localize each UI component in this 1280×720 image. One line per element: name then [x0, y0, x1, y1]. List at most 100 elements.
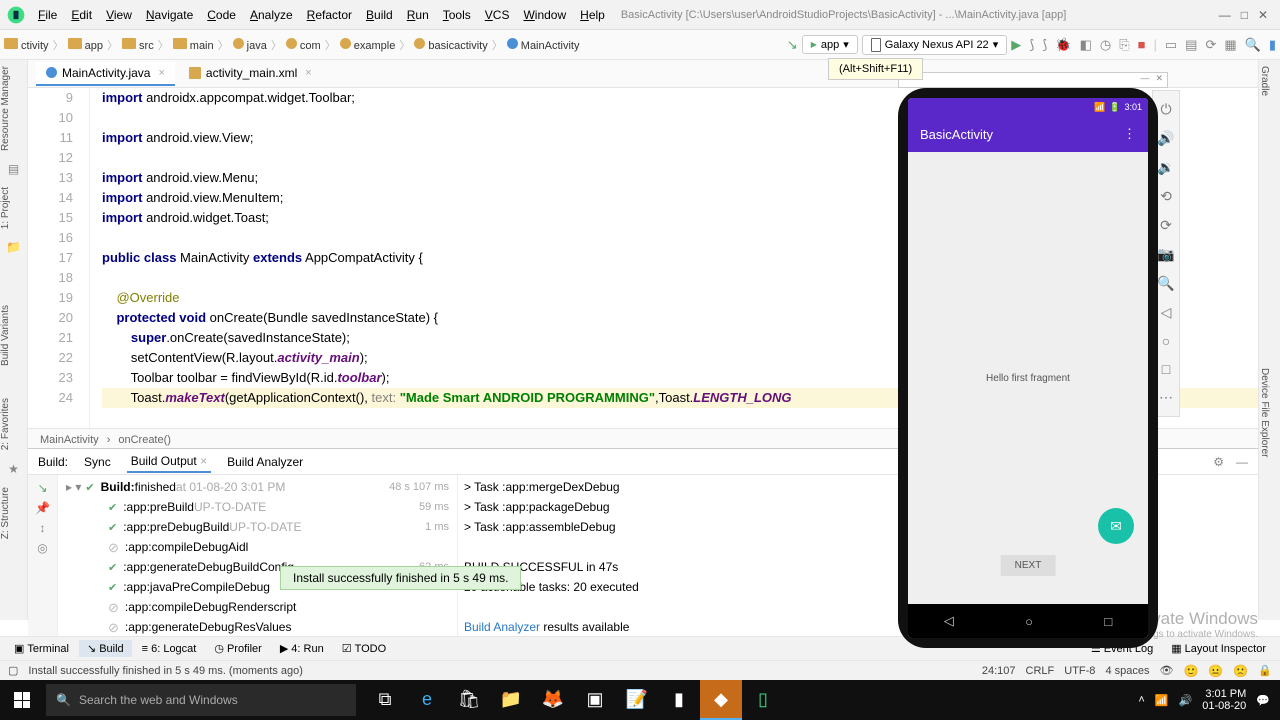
crumb-app[interactable]: app [68, 38, 103, 52]
project-tab[interactable]: 1: Project [0, 181, 11, 235]
menu-tools[interactable]: Tools [437, 4, 477, 26]
expand-icon[interactable]: ↕ [40, 521, 46, 535]
camtasia-icon[interactable]: ▣ [574, 680, 616, 720]
menu-window[interactable]: Window [517, 4, 572, 26]
notes-icon[interactable]: 📝 [616, 680, 658, 720]
breadcrumb[interactable]: ctivity〉 app〉 src〉 main〉 java〉 com〉 exam… [4, 37, 579, 53]
explorer-icon[interactable]: 📁 [490, 680, 532, 720]
gear-icon[interactable]: ⚙ [1213, 455, 1224, 469]
start-button[interactable] [0, 680, 44, 720]
nav-recents-icon[interactable]: □ [1104, 614, 1112, 629]
crumb-java[interactable]: java [233, 38, 267, 52]
build-variants-tab[interactable]: Build Variants [0, 299, 11, 372]
next-button[interactable]: NEXT [1001, 555, 1056, 576]
line-separator[interactable]: CRLF [1026, 665, 1055, 677]
menu-build[interactable]: Build [360, 4, 399, 26]
search-icon[interactable]: 🔍 [1245, 37, 1261, 53]
crumb-main[interactable]: main [173, 38, 214, 52]
rerun-icon[interactable]: ↘ [37, 481, 47, 495]
profiler-icon[interactable]: ◷ [1100, 37, 1111, 53]
crumb-basicactivity[interactable]: basicactivity [414, 38, 487, 52]
crumb-example[interactable]: example [340, 38, 396, 52]
minimize-icon[interactable]: — [1219, 8, 1231, 22]
chevron-up-icon[interactable]: ˄ [1138, 694, 1144, 706]
nav-back-icon[interactable]: ◁ [944, 613, 954, 629]
run-tab[interactable]: ▶ 4: Run [272, 640, 332, 657]
favorites-tab[interactable]: 2: Favorites [0, 392, 11, 456]
logcat-tab[interactable]: ≡ 6: Logcat [134, 641, 205, 657]
android-studio-taskbar-icon[interactable]: ◆ [700, 680, 742, 720]
build-task-row[interactable]: ✔:app:preDebugBuild UP-TO-DATE1 ms [58, 517, 457, 537]
apply-changes-icon[interactable]: ⟆ [1029, 37, 1034, 53]
device-selector[interactable]: Galaxy Nexus API 22▾ [862, 35, 1007, 55]
feedback-neutral-icon[interactable]: 😐 [1208, 664, 1223, 678]
account-icon[interactable]: ▮ [1269, 37, 1276, 53]
structure-icon[interactable]: ▦ [1224, 37, 1236, 53]
build-task-tree[interactable]: ▸ ▾✔Build: finished at 01-08-20 3:01 PM4… [58, 475, 458, 648]
file-tab-activity_main.xml[interactable]: activity_main.xml× [179, 62, 322, 86]
build-analyzer-tab[interactable]: Build Analyzer [223, 452, 307, 472]
avd-manager-icon[interactable]: ▭ [1165, 37, 1177, 53]
resource-manager-tab[interactable]: Resource Manager [0, 60, 11, 157]
build-task-row[interactable]: ⊘:app:compileDebugAidl [58, 537, 457, 557]
inlay-icon[interactable]: 👁 [1159, 664, 1173, 677]
overflow-menu-icon[interactable]: ⋮ [1123, 126, 1136, 142]
crumb-src[interactable]: src [122, 38, 154, 52]
nav-home-icon[interactable]: ○ [1025, 614, 1033, 629]
file-encoding[interactable]: UTF-8 [1064, 665, 1095, 677]
build-root-row[interactable]: ▸ ▾✔Build: finished at 01-08-20 3:01 PM4… [58, 477, 457, 497]
menu-run[interactable]: Run [401, 4, 435, 26]
lock-icon[interactable]: 🔒 [1258, 664, 1272, 677]
device-screen[interactable]: 📶 🔋 3:01 BasicActivity ⋮ Hello first fra… [908, 98, 1148, 638]
menu-vcs[interactable]: VCS [479, 4, 516, 26]
menu-help[interactable]: Help [574, 4, 611, 26]
menu-view[interactable]: View [100, 4, 138, 26]
menu-navigate[interactable]: Navigate [140, 4, 199, 26]
sync-icon[interactable]: ⟳ [1205, 37, 1216, 53]
stop-icon[interactable]: ■ [1138, 37, 1146, 52]
crumb-com[interactable]: com [286, 38, 321, 52]
wifi-icon[interactable]: 📶 [1155, 694, 1169, 707]
profiler-tab[interactable]: ◷ Profiler [206, 640, 269, 657]
build-task-row[interactable]: ✔:app:preBuild UP-TO-DATE59 ms [58, 497, 457, 517]
fab-button[interactable]: ✉ [1098, 508, 1134, 544]
taskbar-search[interactable]: 🔍 Search the web and Windows [46, 684, 356, 716]
build-task-row[interactable]: ⊘:app:generateDebugResValues [58, 617, 457, 637]
status-hide-icon[interactable]: ▢ [8, 664, 18, 677]
emulator-minimize-icon[interactable]: — [1140, 73, 1149, 87]
feedback-happy-icon[interactable]: 🙂 [1183, 664, 1198, 678]
build-hammer-icon[interactable]: ↘ [787, 37, 798, 53]
emulator-taskbar-icon[interactable]: ▯ [742, 680, 784, 720]
target-icon[interactable]: ◎ [37, 541, 47, 555]
attach-debugger-icon[interactable]: ⎘ [1119, 37, 1129, 53]
run-icon[interactable]: ▶ [1011, 37, 1021, 53]
crumb-method[interactable]: onCreate() [118, 434, 171, 446]
emulator-close-icon[interactable]: ✕ [1155, 73, 1163, 87]
menu-edit[interactable]: Edit [65, 4, 98, 26]
build-task-row[interactable]: ⊘:app:compileDebugRenderscript [58, 597, 457, 617]
structure-tab[interactable]: Z: Structure [0, 481, 11, 545]
layout-inspector-tab[interactable]: ▦ Layout Inspector [1163, 640, 1274, 657]
apply-code-icon[interactable]: ⟆ [1042, 37, 1047, 53]
feedback-sad-icon[interactable]: 🙁 [1233, 664, 1248, 678]
close-icon[interactable]: ✕ [1258, 8, 1268, 22]
terminal-tab[interactable]: ▣ Terminal [6, 640, 77, 657]
hide-panel-icon[interactable]: — [1236, 455, 1248, 469]
run-config-selector[interactable]: ▶app▾ [802, 35, 858, 54]
sdk-manager-icon[interactable]: ▤ [1185, 37, 1197, 53]
volume-icon[interactable]: 🔊 [1179, 694, 1193, 707]
cmd-icon[interactable]: ▮ [658, 680, 700, 720]
build-output-tab[interactable]: Build Output × [127, 451, 211, 473]
crumb-MainActivity[interactable]: MainActivity [507, 38, 580, 52]
taskbar-clock[interactable]: 3:01 PM01-08-20 [1202, 688, 1246, 712]
crumb-ctivity[interactable]: ctivity [4, 38, 49, 52]
indent-setting[interactable]: 4 spaces [1105, 665, 1149, 677]
todo-tab[interactable]: ☑ TODO [334, 640, 394, 657]
coverage-icon[interactable]: ◧ [1080, 37, 1092, 53]
task-view-icon[interactable]: ⧉ [364, 680, 406, 720]
notification-icon[interactable]: 💬 [1256, 694, 1270, 707]
system-tray[interactable]: ˄ 📶 🔊 3:01 PM01-08-20 💬 [1128, 688, 1280, 712]
sync-tab[interactable]: Sync [80, 452, 115, 472]
pin-icon[interactable]: 📌 [35, 501, 50, 515]
menu-file[interactable]: File [32, 4, 63, 26]
